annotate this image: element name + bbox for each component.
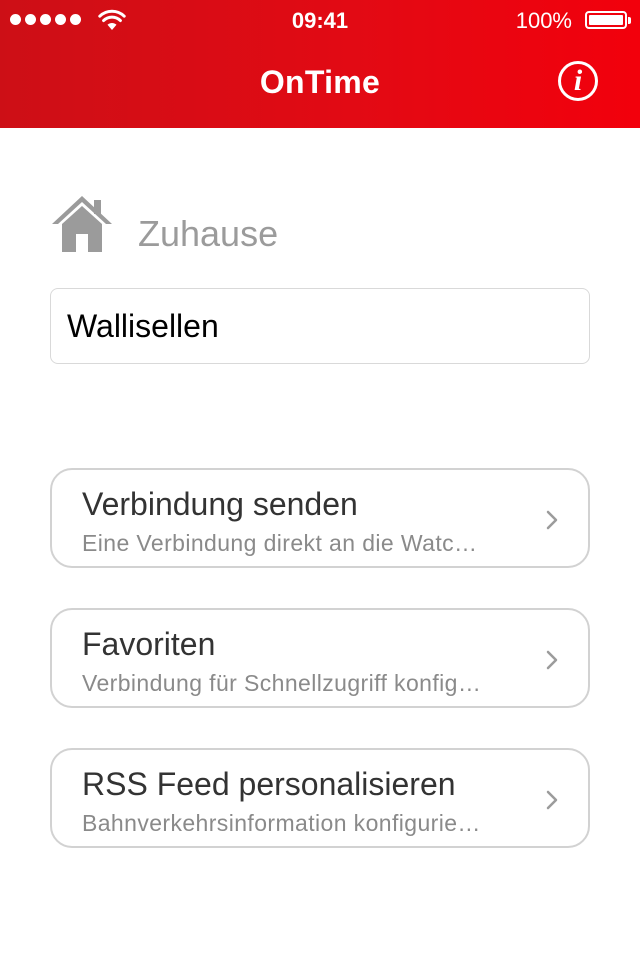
info-button[interactable]: i xyxy=(558,61,598,101)
home-icon xyxy=(52,196,112,252)
battery-percent: 100% xyxy=(515,8,572,33)
rss-feed-button[interactable]: RSS Feed personalisieren Bahnverkehrsinf… xyxy=(50,748,590,848)
card-title: Verbindung senden xyxy=(82,486,358,522)
home-station-input[interactable] xyxy=(50,288,590,364)
send-connection-button[interactable]: Verbindung senden Eine Verbindung direkt… xyxy=(50,468,590,568)
battery-icon xyxy=(585,11,631,29)
favorites-button[interactable]: Favoriten Verbindung für Schnellzugriff … xyxy=(50,608,590,708)
home-header: Zuhause xyxy=(50,190,278,254)
card-title: RSS Feed personalisieren xyxy=(82,766,456,802)
app-header: 09:41 100% OnTime i xyxy=(0,0,640,128)
app-screen: 09:41 100% OnTime i Zuhause Verbindung s… xyxy=(0,0,640,960)
page-title: OnTime xyxy=(259,64,381,100)
card-subtitle: Bahnverkehrsinformation konfigurie… xyxy=(82,810,481,836)
chevron-right-icon xyxy=(546,790,558,810)
status-bar: 09:41 100% xyxy=(0,0,640,40)
card-subtitle: Verbindung für Schnellzugriff konfig… xyxy=(82,670,482,696)
home-label: Zuhause xyxy=(138,213,279,254)
card-title: Favoriten xyxy=(82,626,216,662)
battery-fill xyxy=(589,15,623,25)
info-icon: i xyxy=(573,64,583,97)
chevron-right-icon xyxy=(546,650,558,670)
card-subtitle: Eine Verbindung direkt an die Watc… xyxy=(82,530,478,556)
chevron-right-icon xyxy=(546,510,558,530)
